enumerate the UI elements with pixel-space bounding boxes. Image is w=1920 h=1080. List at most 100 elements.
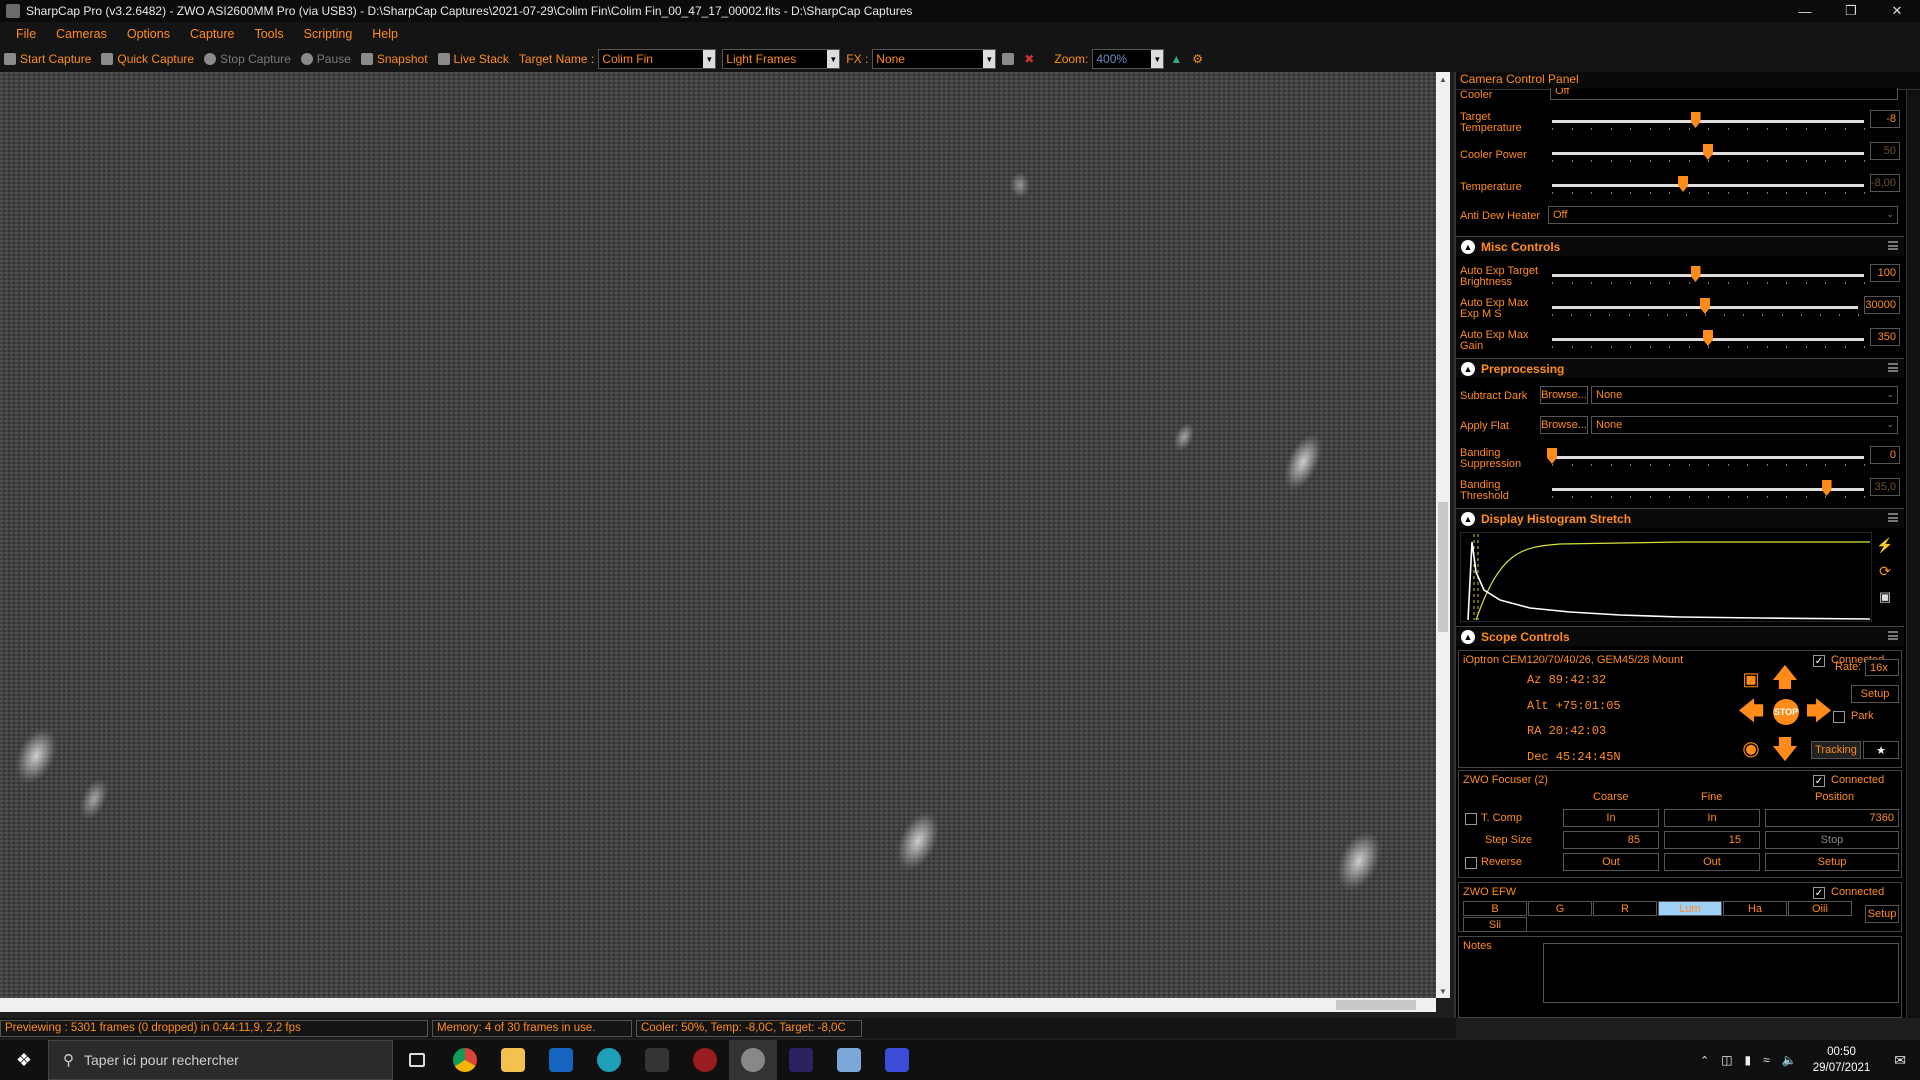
- volume-icon[interactable]: 🔈: [1776, 1053, 1803, 1067]
- scope-connected-checkbox[interactable]: ✓: [1813, 655, 1825, 667]
- auto-stretch-button[interactable]: ⚡: [1872, 534, 1898, 556]
- target-temperature-value[interactable]: -8: [1870, 110, 1900, 128]
- slider-knob[interactable]: [1821, 480, 1832, 496]
- auto-exp-max-ms-slider[interactable]: [1552, 298, 1859, 316]
- menu-icon[interactable]: [1888, 363, 1898, 372]
- chrome-app[interactable]: [441, 1040, 489, 1080]
- scroll-thumb[interactable]: [1336, 1000, 1416, 1010]
- filter-ha-button[interactable]: Ha: [1723, 901, 1787, 916]
- position-input[interactable]: 7360: [1765, 809, 1899, 827]
- tracking-mode-select[interactable]: ★: [1863, 741, 1899, 759]
- focuser-stop-button[interactable]: Stop: [1765, 831, 1899, 849]
- menu-icon[interactable]: [1888, 631, 1898, 640]
- slider-knob[interactable]: [1547, 448, 1557, 464]
- maximize-button[interactable]: ❐: [1828, 0, 1874, 22]
- red-app[interactable]: [681, 1040, 729, 1080]
- chevron-down-icon[interactable]: ▼: [703, 50, 716, 68]
- north-button[interactable]: 🡅: [1771, 663, 1799, 691]
- menu-icon[interactable]: [1888, 241, 1898, 250]
- histogram-button[interactable]: ▲: [1170, 52, 1182, 66]
- scroll-down-icon[interactable]: ▼: [1436, 984, 1450, 998]
- close-button[interactable]: ✕: [1874, 0, 1920, 22]
- banding-suppression-slider[interactable]: [1547, 448, 1865, 466]
- panel-scrollbar[interactable]: [1906, 90, 1920, 1018]
- scroll-up-icon[interactable]: ▲: [1436, 72, 1450, 86]
- horizontal-scrollbar[interactable]: [0, 998, 1436, 1012]
- filter-sii-button[interactable]: Sii: [1463, 917, 1527, 932]
- slider-knob[interactable]: [1690, 112, 1701, 128]
- filter-b-button[interactable]: B: [1463, 901, 1527, 916]
- chevron-down-icon[interactable]: ▼: [827, 50, 840, 68]
- reverse-checkbox[interactable]: [1465, 857, 1477, 869]
- preprocessing-header[interactable]: ▲ Preprocessing: [1456, 358, 1904, 378]
- filter-lum-button[interactable]: Lum: [1658, 901, 1722, 916]
- anti-dew-select[interactable]: Off ⌄: [1548, 206, 1898, 224]
- scope-controls-header[interactable]: ▲ Scope Controls: [1456, 626, 1904, 646]
- clock[interactable]: 00:50 29/07/2021: [1803, 1044, 1881, 1076]
- tracking-button[interactable]: Tracking: [1811, 741, 1861, 759]
- start-capture-button[interactable]: Start Capture: [4, 52, 91, 66]
- notifications-icon[interactable]: ✉: [1880, 1052, 1920, 1069]
- menu-tools[interactable]: Tools: [244, 27, 293, 41]
- scope-setup-button[interactable]: Setup: [1851, 685, 1899, 703]
- menu-file[interactable]: File: [6, 27, 46, 41]
- cooler-power-slider[interactable]: [1552, 144, 1865, 162]
- slider-knob[interactable]: [1700, 298, 1710, 314]
- slider-knob[interactable]: [1703, 330, 1713, 346]
- collapse-icon[interactable]: ▲: [1461, 361, 1475, 376]
- coarse-in-button[interactable]: In: [1563, 809, 1659, 827]
- stop-button[interactable]: STOP: [1773, 699, 1799, 725]
- flat-browse-button[interactable]: Browse...: [1540, 416, 1588, 434]
- live-stack-button[interactable]: Live Stack: [437, 52, 509, 66]
- stellarium-app[interactable]: [777, 1040, 825, 1080]
- misc-controls-header[interactable]: ▲ Misc Controls: [1456, 236, 1904, 256]
- taskbar-search[interactable]: ⚲ Taper ici pour rechercher: [48, 1040, 393, 1080]
- efw-setup-button[interactable]: Setup: [1865, 905, 1899, 923]
- center-button[interactable]: ◉: [1737, 735, 1765, 763]
- filter-g-button[interactable]: G: [1528, 901, 1592, 916]
- filter-r-button[interactable]: R: [1593, 901, 1657, 916]
- collapse-icon[interactable]: ▲: [1461, 629, 1475, 644]
- menu-options[interactable]: Options: [117, 27, 180, 41]
- menu-cameras[interactable]: Cameras: [46, 27, 117, 41]
- menu-scripting[interactable]: Scripting: [294, 27, 363, 41]
- notes-textarea[interactable]: [1543, 943, 1899, 1003]
- vertical-scrollbar[interactable]: ▲ ▼: [1436, 72, 1450, 998]
- rate-select[interactable]: 16x: [1865, 659, 1899, 676]
- auto-exp-max-gain-slider[interactable]: [1552, 330, 1865, 348]
- slider-knob[interactable]: [1690, 266, 1701, 282]
- menu-help[interactable]: Help: [362, 27, 408, 41]
- image-preview[interactable]: [0, 72, 1436, 998]
- tcomp-checkbox[interactable]: [1465, 813, 1477, 825]
- pause-button[interactable]: Pause: [300, 52, 351, 66]
- banding-suppression-value[interactable]: 0: [1870, 446, 1900, 464]
- fx-select[interactable]: None ▼: [872, 49, 997, 69]
- banding-threshold-slider[interactable]: [1552, 480, 1865, 498]
- target-temperature-slider[interactable]: [1552, 112, 1865, 130]
- chevron-up-icon[interactable]: ⌃: [1694, 1054, 1715, 1067]
- target-name-input[interactable]: Colim Fin ▼: [598, 49, 717, 69]
- reset-stretch-button[interactable]: ⟳: [1872, 560, 1898, 582]
- zoom-select[interactable]: 400% ▼: [1092, 49, 1165, 69]
- auto-exp-target-value[interactable]: 100: [1870, 264, 1900, 282]
- histogram-stretch-header[interactable]: ▲ Display Histogram Stretch: [1456, 508, 1904, 528]
- blue-app[interactable]: [873, 1040, 921, 1080]
- dark-select[interactable]: None ⌄: [1591, 386, 1898, 404]
- cooler-select[interactable]: Off: [1550, 88, 1898, 100]
- auto-exp-max-ms-value[interactable]: 30000: [1864, 296, 1900, 314]
- focuser-connected-checkbox[interactable]: ✓: [1813, 775, 1825, 787]
- collapse-icon[interactable]: ▲: [1461, 239, 1475, 254]
- menu-capture[interactable]: Capture: [180, 27, 244, 41]
- home-button[interactable]: ▣: [1737, 665, 1765, 693]
- task-view-button[interactable]: [393, 1040, 441, 1080]
- fx-clear-button[interactable]: ✖: [1024, 52, 1034, 66]
- network-icon[interactable]: ◫: [1715, 1053, 1738, 1067]
- fine-step-input[interactable]: 15: [1664, 831, 1760, 849]
- mail-app[interactable]: [537, 1040, 585, 1080]
- fine-out-button[interactable]: Out: [1664, 853, 1760, 871]
- fx-settings-button[interactable]: [1002, 53, 1018, 65]
- flat-select[interactable]: None ⌄: [1591, 416, 1898, 434]
- tool-app[interactable]: [633, 1040, 681, 1080]
- east-button[interactable]: 🡆: [1805, 697, 1833, 725]
- auto-exp-target-slider[interactable]: [1552, 266, 1865, 284]
